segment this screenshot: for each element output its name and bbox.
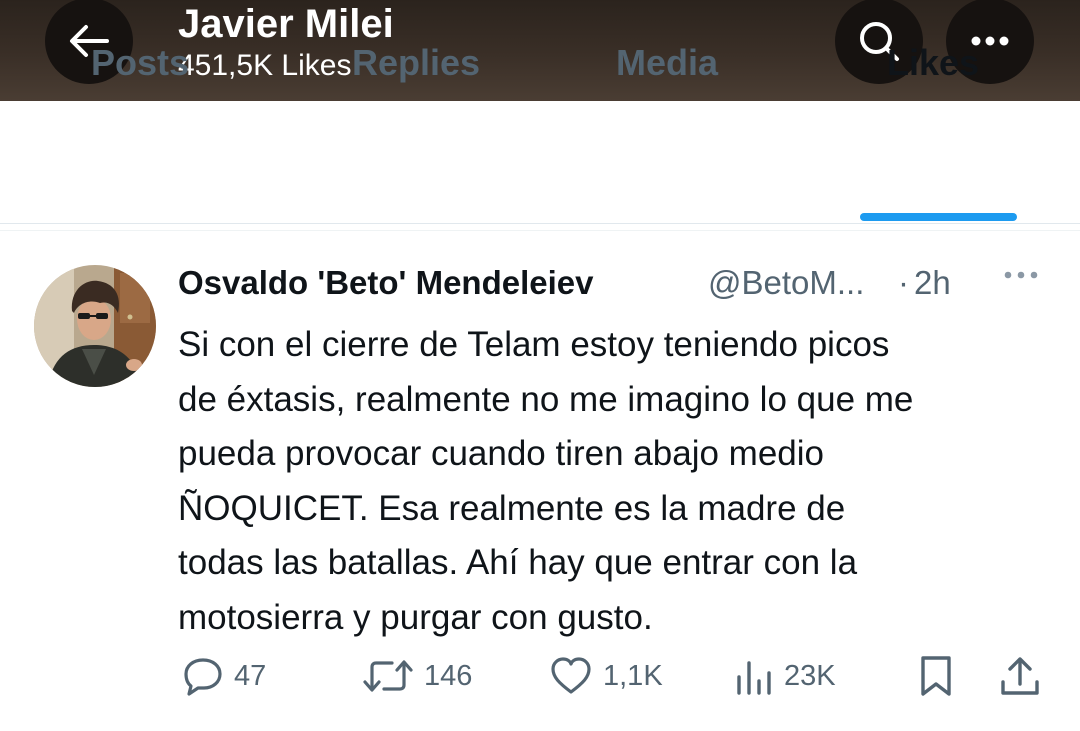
reply-button[interactable]: 47 [182,653,266,699]
profile-name: Javier Milei [178,2,394,46]
tweet-text: Si con el cierre de Telam estoy teniendo… [178,318,1058,645]
likes-count: 451,5K Likes [178,49,352,82]
avatar[interactable] [34,265,156,387]
tweet-text-line: Si con el cierre de Telam estoy teniendo… [178,325,890,364]
author-name[interactable]: Osvaldo 'Beto' Mendeleiev [178,262,593,304]
tweet-text-line: motosierra y purgar con gusto. [178,597,653,637]
retweet-button[interactable]: 146 [362,653,472,699]
share-button[interactable] [998,653,1042,699]
tab-replies[interactable]: Replies [352,42,480,84]
reply-count: 47 [234,660,267,692]
bookmark-icon [921,656,951,696]
meta-separator: · [898,264,909,301]
share-icon [1001,657,1039,695]
tabs-divider-secondary [0,230,1080,231]
like-count: 1,1K [603,660,663,692]
tweet-text-line: pueda provocar cuando tiren abajo medio [178,434,824,473]
tabs-divider [0,223,1080,224]
author-handle[interactable]: @BetoM... [708,262,864,304]
tweet-text-line: ÑOQUICET. Esa realmente es la madre de [178,488,846,528]
tweet-more-button[interactable] [1002,268,1042,286]
like-button[interactable]: 1,1K [549,653,663,699]
bookmark-button[interactable] [916,653,956,699]
tab-likes[interactable]: Likes [887,42,979,84]
heart-icon [551,657,591,694]
retweet-icon [363,660,413,692]
views-button[interactable]: 23K [734,653,836,699]
retweet-count: 146 [424,660,473,692]
tweet-text-line: de éxtasis, realmente no me imagino lo q… [178,379,914,419]
active-tab-indicator [860,213,1017,221]
views-count: 23K [784,660,836,692]
tweet-text-line: todas las batallas. Ahí hay que entrar c… [178,543,858,582]
bar-chart-icon [737,661,771,695]
tweet-time[interactable]: 2h [914,262,951,304]
tab-posts[interactable]: Posts [91,42,189,84]
more-horizontal-icon [1004,271,1038,279]
tab-media[interactable]: Media [616,42,718,84]
reply-icon [184,658,222,696]
